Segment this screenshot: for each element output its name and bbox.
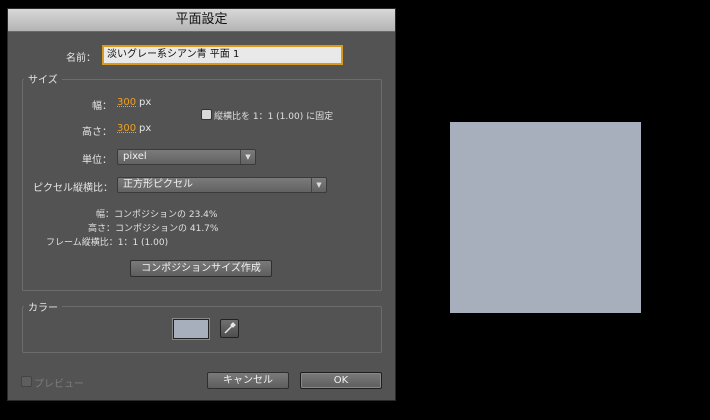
size-group-title: サイズ xyxy=(24,71,62,86)
units-label: 単位： xyxy=(82,155,112,166)
pixel-aspect-label: ピクセル縦横比： xyxy=(33,183,113,194)
color-group-title: カラー xyxy=(24,299,62,314)
dialog-title: 平面設定 xyxy=(8,9,395,32)
chevron-down-icon: ▼ xyxy=(240,150,255,164)
height-label: 高さ： xyxy=(82,127,112,138)
preview-label: プレビュー xyxy=(34,379,84,390)
width-value[interactable]: 300 xyxy=(117,97,136,108)
pixel-aspect-select-value: 正方形ピクセル xyxy=(123,179,193,190)
info-width: 幅：コンポジションの 23.4% xyxy=(96,210,218,220)
chevron-down-icon: ▼ xyxy=(311,178,326,192)
units-select-value: pixel xyxy=(123,151,147,162)
make-comp-size-button[interactable]: コンポジションサイズ作成 xyxy=(130,260,272,277)
units-select[interactable]: pixel ▼ xyxy=(117,149,256,165)
eyedropper-button[interactable] xyxy=(220,319,239,338)
cancel-button[interactable]: キャンセル xyxy=(207,372,289,389)
solid-color-preview xyxy=(450,122,641,313)
solid-settings-dialog: 平面設定 名前： 淡いグレー系シアン青 平面 1 サイズ 幅： 300 px 縦… xyxy=(7,8,396,401)
width-unit: px xyxy=(139,97,152,108)
pixel-aspect-select[interactable]: 正方形ピクセル ▼ xyxy=(117,177,327,193)
lock-aspect-label: 縦横比を 1：1 (1.00) に固定 xyxy=(214,112,334,122)
preview-checkbox[interactable] xyxy=(21,376,32,387)
color-swatch[interactable] xyxy=(173,319,209,339)
name-label: 名前： xyxy=(66,53,96,64)
info-frame-aspect: フレーム縦横比：1：1 (1.00) xyxy=(46,238,169,248)
eyedropper-icon xyxy=(224,322,236,334)
lock-aspect-checkbox[interactable] xyxy=(201,109,212,120)
height-value[interactable]: 300 xyxy=(117,123,136,134)
name-input[interactable]: 淡いグレー系シアン青 平面 1 xyxy=(102,45,343,65)
ok-button[interactable]: OK xyxy=(300,372,382,389)
info-height: 高さ：コンポジションの 41.7% xyxy=(88,224,219,234)
height-unit: px xyxy=(139,123,152,134)
width-label: 幅： xyxy=(92,101,112,112)
